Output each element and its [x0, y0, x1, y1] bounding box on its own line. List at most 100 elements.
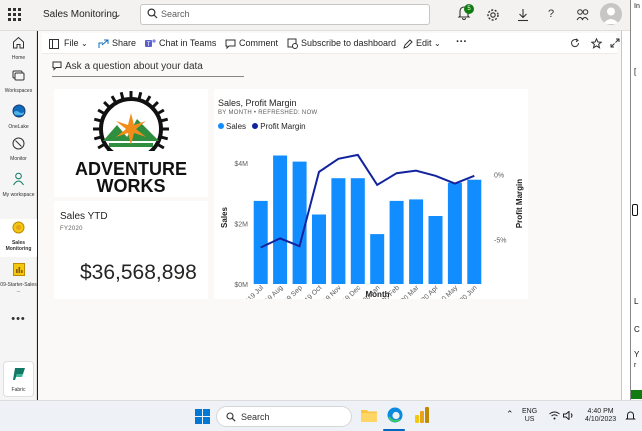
bar-sales	[370, 234, 385, 284]
help-icon[interactable]: ?	[548, 8, 554, 20]
search-icon	[226, 412, 236, 422]
taskbar: Search ⌃ ENG US 4:40 PM 4/10/2023	[0, 400, 642, 431]
pencil-icon	[403, 38, 413, 49]
comment-icon	[225, 39, 236, 49]
kpi-value: $36,568,898	[80, 261, 197, 284]
chevron-down-icon: ⌄	[81, 39, 88, 48]
more-commands-icon[interactable]: ···	[456, 36, 467, 48]
side-panel: In [ L C Y r	[630, 0, 642, 400]
file-menu[interactable]: File ⌄	[64, 38, 88, 48]
nav-monitor[interactable]: Monitor	[0, 137, 37, 162]
y2-tick-label: 0%	[494, 172, 504, 179]
bar-sales	[409, 199, 424, 284]
panel-text: L	[634, 297, 639, 306]
share-button[interactable]: Share	[98, 38, 136, 49]
bar-sales	[467, 179, 482, 284]
workspace-title[interactable]: Sales Monitoring	[43, 9, 117, 20]
bar-sales	[292, 161, 307, 284]
x-tick-label: 2020 Jun	[453, 284, 478, 299]
command-bar: File ⌄ Share T Chat in Teams Comment Subs…	[42, 33, 620, 54]
edge-browser-icon[interactable]	[387, 407, 403, 423]
collapsed-pane[interactable]	[621, 31, 630, 400]
bar-sales	[253, 200, 268, 284]
resize-handle[interactable]	[632, 204, 638, 216]
bar-sales	[389, 200, 404, 284]
bar-sales	[428, 216, 443, 284]
avatar[interactable]	[600, 3, 622, 25]
teams-icon: T	[145, 39, 156, 48]
refresh-icon[interactable]	[570, 38, 580, 48]
svg-text:T: T	[147, 42, 151, 48]
notification-center-icon[interactable]	[625, 410, 636, 421]
y-axis-title: Sales	[220, 206, 229, 227]
sales-profit-chart-tile[interactable]: Sales, Profit Margin BY MONTH • REFRESHE…	[214, 89, 528, 299]
search-input[interactable]: Search	[140, 4, 430, 25]
logo-tile[interactable]: ADVENTURE WORKS	[54, 89, 208, 197]
adventure-works-logo: ADVENTURE WORKS	[54, 91, 208, 197]
file-explorer-icon[interactable]	[361, 408, 377, 422]
nav-sales-monitoring[interactable]: Sales Monitoring	[0, 219, 37, 257]
top-bar: Sales Monitoring ⌄ Search 5 ?	[0, 0, 630, 31]
clock[interactable]: 4:40 PM 4/10/2023	[585, 408, 616, 424]
power-bi-icon[interactable]	[415, 407, 429, 423]
y-tick-label: $4M	[234, 161, 248, 168]
subscribe-button[interactable]: Subscribe to dashboard	[287, 38, 396, 50]
windows-start-icon[interactable]	[195, 409, 210, 424]
language-indicator[interactable]: ENG US	[522, 408, 537, 424]
nav-onelake[interactable]: OneLake	[0, 104, 37, 130]
volume-icon[interactable]	[563, 411, 574, 420]
panel-text: C	[634, 325, 640, 334]
subscribe-icon	[287, 38, 298, 50]
left-nav: Home Workspaces OneLake Monitor My works…	[0, 31, 37, 400]
chat-in-teams-button[interactable]: T Chat in Teams	[145, 38, 216, 49]
workspace-icon	[12, 221, 25, 234]
y2-tick-label: -5%	[494, 238, 506, 245]
chevron-down-icon: ⌄	[434, 39, 441, 48]
edit-menu[interactable]: Edit ⌄	[403, 38, 441, 49]
y2-axis-title: Profit Margin	[515, 179, 524, 228]
y-tick-label: $0M	[234, 282, 248, 289]
fabric-switcher[interactable]: Fabric	[3, 361, 34, 397]
fabric-icon	[12, 368, 25, 380]
chart-plot: $0M$2M$4M0%-5%Sales Profit MarginMonth201…	[220, 153, 524, 299]
chevron-up-icon[interactable]: ⌃	[506, 409, 514, 420]
nav-workspaces[interactable]: Workspaces	[0, 69, 37, 94]
bar-sales	[447, 182, 462, 284]
wifi-icon[interactable]	[549, 411, 560, 420]
kpi-title: Sales YTD	[60, 211, 108, 222]
panel-text: r	[634, 362, 637, 369]
nav-starter-sales[interactable]: 09-Starter-Sales ...	[0, 263, 37, 294]
comment-button[interactable]: Comment	[225, 38, 278, 49]
onelake-icon	[12, 104, 25, 118]
share-feedback-icon[interactable]	[576, 8, 589, 21]
kpi-subtitle: FY2020	[60, 226, 83, 232]
panel-text: Y	[634, 350, 640, 359]
download-icon[interactable]	[517, 8, 529, 22]
panel-text: In	[634, 3, 640, 10]
y-tick-label: $2M	[234, 222, 248, 229]
bar-sales	[350, 178, 365, 284]
more-options-icon[interactable]: •••	[0, 313, 37, 325]
panel-text: [	[634, 67, 637, 76]
sales-ytd-tile[interactable]: Sales YTD FY2020 $36,568,898	[54, 201, 208, 299]
bar-sales	[312, 214, 326, 284]
x-tick-label: 2020 Apr	[415, 284, 440, 299]
report-icon	[12, 263, 25, 276]
nav-home[interactable]: Home	[0, 36, 37, 61]
favorite-star-icon[interactable]	[591, 38, 602, 49]
person-icon	[13, 172, 24, 186]
fullscreen-icon[interactable]	[610, 38, 620, 48]
search-icon	[147, 8, 158, 19]
app-launcher-icon[interactable]	[8, 8, 22, 22]
chevron-down-icon[interactable]: ⌄	[114, 9, 122, 20]
gear-icon[interactable]	[486, 8, 500, 22]
taskbar-search[interactable]: Search	[216, 406, 352, 427]
status-bar	[631, 390, 642, 399]
bar-sales	[331, 178, 346, 284]
nav-my-workspace[interactable]: My workspace	[0, 172, 37, 198]
qa-input[interactable]: Ask a question about your data	[52, 61, 244, 77]
notification-badge: 5	[464, 4, 474, 14]
collapse-pane-icon[interactable]	[49, 39, 59, 49]
x-tick-label: 2019 Oct	[298, 284, 323, 299]
dashboard-canvas: File ⌄ Share T Chat in Teams Comment Subs…	[38, 31, 621, 400]
